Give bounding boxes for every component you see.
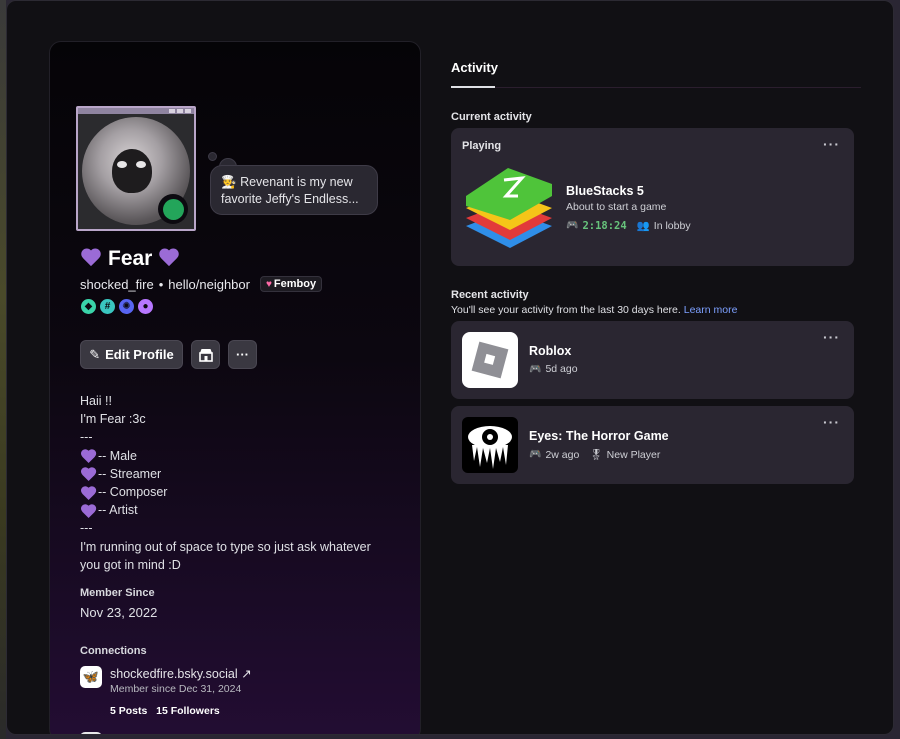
recent-game-meta: 🎮 2w ago 🎖 New Player — [529, 448, 661, 462]
connection-since: Member since Dec 31, 2024 — [110, 683, 242, 695]
gamepad-icon: 🎮 — [566, 220, 579, 231]
recent-desc-text: You'll see your activity from the last 3… — [451, 304, 681, 316]
profile-actions: ✎ Edit Profile ··· — [80, 340, 257, 369]
bio-line: -- Male — [98, 448, 137, 463]
roblox-icon — [462, 332, 518, 388]
current-activity-card: Playing ··· BlueStacks 5 About to start … — [451, 128, 854, 266]
bio-line: Haii !! — [80, 394, 112, 408]
pencil-icon: ✎ — [89, 346, 101, 362]
custom-status-bubble[interactable]: 🧑‍🍳 Revenant is my new favorite Jeffy's … — [210, 165, 378, 215]
bio-heart-line: -- Composer — [80, 483, 390, 501]
bio-line: -- Artist — [98, 503, 138, 518]
current-game-details: About to start a game — [566, 201, 667, 213]
activity-more-button[interactable]: ··· — [823, 414, 840, 430]
bio-line: --- — [80, 521, 93, 536]
hashtag-badge[interactable]: # — [100, 299, 115, 314]
recent-activity-heading: Recent activity — [451, 289, 529, 301]
recent-game-meta: 🎮 5d ago — [529, 363, 578, 375]
current-activity-heading: Current activity — [451, 111, 532, 123]
party-icon: 👥 — [636, 220, 650, 232]
shop-button[interactable] — [191, 340, 220, 369]
recent-activity-card: ··· Eyes: The Horror Game 🎮 2w ago 🎖 New… — [451, 406, 854, 484]
recent-activity-description: You'll see your activity from the last 3… — [451, 304, 737, 316]
shop-icon — [198, 348, 213, 362]
badge-list: ◆ # ✺ ● — [81, 299, 153, 314]
eyes-game-icon — [462, 417, 518, 473]
bio-line: I'm Fear :3c — [80, 412, 146, 427]
posts-label: Posts — [118, 705, 148, 717]
quest-badge[interactable]: ✺ — [119, 299, 134, 314]
gamepad-icon: 🎮 — [529, 449, 542, 460]
bluestacks-icon — [466, 168, 552, 248]
avatar-decoration-frame[interactable] — [76, 106, 196, 231]
connection-stats: 5 Posts 15 Followers — [110, 705, 220, 717]
profile-panel: 🧑‍🍳 Revenant is my new favorite Jeffy's … — [49, 41, 421, 734]
online-status-icon — [158, 194, 188, 224]
connection-icon-partial — [80, 732, 102, 734]
ellipsis-icon: ··· — [236, 347, 249, 362]
recent-activity-card: ··· Roblox 🎮 5d ago — [451, 321, 854, 399]
purple-heart-icon — [80, 249, 102, 269]
display-name: Fear — [108, 247, 153, 270]
username[interactable]: shocked_fire — [80, 277, 154, 292]
member-since-heading: Member Since — [80, 587, 155, 599]
purple-heart-icon — [80, 450, 92, 462]
learn-more-link[interactable]: Learn more — [684, 304, 738, 316]
connection-link[interactable]: shockedfire.bsky.social ↗ — [110, 666, 252, 681]
edit-profile-button[interactable]: ✎ Edit Profile — [80, 340, 183, 369]
followers-count: 15 — [156, 705, 168, 717]
tab-activity[interactable]: Activity — [451, 60, 498, 75]
pronouns: hello/neighbor — [168, 276, 250, 292]
followers-label: Followers — [170, 705, 220, 717]
activity-more-button[interactable]: ··· — [823, 329, 840, 345]
user-profile-modal: 🧑‍🍳 Revenant is my new favorite Jeffy's … — [6, 0, 894, 735]
achievement-icon: 🎖 — [589, 449, 603, 461]
status-text: Revenant is my new favorite Jeffy's Endl… — [221, 175, 359, 206]
bio-heart-line: -- Streamer — [80, 465, 390, 483]
separator-dot: • — [158, 276, 164, 292]
recent-game-title[interactable]: Roblox — [529, 344, 571, 358]
more-options-button[interactable]: ··· — [228, 340, 257, 369]
current-game-meta: 🎮 2:18:24 👥 In lobby — [566, 219, 691, 233]
server-tag-text: Femboy — [273, 278, 317, 290]
connections-heading: Connections — [80, 645, 147, 657]
status-emoji: 🧑‍🍳 — [221, 175, 237, 189]
edit-profile-label: Edit Profile — [105, 347, 174, 362]
member-since-date: Nov 23, 2022 — [80, 605, 158, 620]
tab-activity-indicator — [451, 86, 495, 88]
bio-heart-line: -- Male — [80, 447, 390, 465]
activity-more-button[interactable]: ··· — [823, 136, 840, 152]
purple-heart-icon — [80, 468, 92, 480]
last-played: 2w ago — [545, 448, 580, 461]
bio-line: I'm running out of space to type so just… — [80, 539, 371, 572]
avatar-frame-titlebar — [78, 108, 194, 114]
recent-game-title[interactable]: Eyes: The Horror Game — [529, 429, 669, 443]
server-tag[interactable]: ♥ Femboy — [259, 276, 323, 292]
about-me: Haii !! I'm Fear :3c --- -- Male -- Stre… — [80, 392, 390, 574]
pink-heart-icon: ♥ — [265, 278, 272, 290]
bio-line: --- — [80, 430, 93, 445]
display-name-row: Fear — [80, 247, 180, 271]
purple-heart-icon — [80, 486, 92, 498]
party-status: In lobby — [653, 219, 691, 232]
purple-heart-icon — [80, 504, 92, 516]
purple-heart-icon — [158, 249, 180, 269]
gamepad-icon: 🎮 — [529, 363, 542, 375]
current-game-title[interactable]: BlueStacks 5 — [566, 184, 644, 198]
bubble-tail-small — [208, 152, 217, 161]
avatar-character — [112, 149, 152, 193]
nitro-badge[interactable]: ● — [138, 299, 153, 314]
hypesquad-badge[interactable]: ◆ — [81, 299, 96, 314]
username-row: shocked_fire • hello/neighbor ♥ Femboy — [80, 276, 323, 292]
posts-count: 5 — [110, 705, 116, 717]
bio-heart-line: -- Artist — [80, 501, 390, 519]
achievement-text: New Player — [606, 448, 661, 461]
last-played: 5d ago — [545, 363, 578, 375]
activity-state: Playing — [462, 140, 502, 152]
bio-line: -- Streamer — [98, 466, 162, 481]
bio-line: -- Composer — [98, 485, 168, 500]
tab-divider — [495, 87, 861, 88]
elapsed-timer: 2:18:24 — [582, 219, 627, 232]
bluesky-icon: 🦋 — [80, 666, 102, 688]
